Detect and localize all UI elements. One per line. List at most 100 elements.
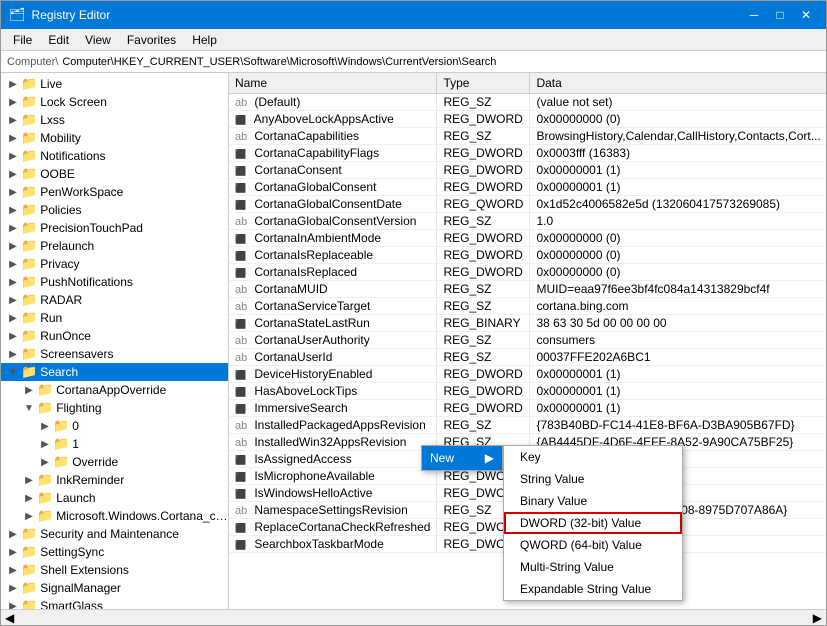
tree-toggle-icon[interactable]: ▶	[21, 493, 37, 504]
submenu-item-qword64[interactable]: QWORD (64-bit) Value	[504, 534, 682, 556]
table-row[interactable]: ab CortanaUserAuthorityREG_SZconsumers	[229, 332, 826, 349]
tree-item-oobe[interactable]: ▶📁OOBE	[1, 165, 228, 183]
table-row[interactable]: ⬛ CortanaIsReplaceableREG_DWORD0x0000000…	[229, 247, 826, 264]
menu-item-file[interactable]: File	[5, 31, 40, 49]
tree-toggle-icon[interactable]: ▶	[5, 115, 21, 126]
tree-item-launch[interactable]: ▶📁Launch	[1, 489, 228, 507]
tree-toggle-icon[interactable]: ▶	[21, 385, 37, 396]
table-row[interactable]: ab InstalledPackagedAppsRevisionREG_SZ{7…	[229, 417, 826, 434]
tree-item-privacy[interactable]: ▶📁Privacy	[1, 255, 228, 273]
tree-toggle-icon[interactable]: ▶	[5, 241, 21, 252]
submenu-item-binary[interactable]: Binary Value	[504, 490, 682, 512]
tree-toggle-icon[interactable]: ▶	[5, 529, 21, 540]
tree-item-mswincortana[interactable]: ▶📁Microsoft.Windows.Cortana_cw5n1h2t	[1, 507, 228, 525]
table-row[interactable]: ⬛ ImmersiveSearchREG_DWORD0x00000001 (1)	[229, 400, 826, 417]
tree-item-screensavers[interactable]: ▶📁Screensavers	[1, 345, 228, 363]
tree-item-settingsync[interactable]: ▶📁SettingSync	[1, 543, 228, 561]
tree-toggle-icon[interactable]: ▶	[5, 565, 21, 576]
tree-toggle-icon[interactable]: ▶	[5, 97, 21, 108]
submenu-item-expandable[interactable]: Expandable String Value	[504, 578, 682, 600]
tree-item-radar[interactable]: ▶📁RADAR	[1, 291, 228, 309]
tree-item-secmaint[interactable]: ▶📁Security and Maintenance	[1, 525, 228, 543]
tree-toggle-icon[interactable]: ▶	[5, 349, 21, 360]
table-row[interactable]: ab (Default)REG_SZ(value not set)	[229, 94, 826, 111]
tree-item-mobility[interactable]: ▶📁Mobility	[1, 129, 228, 147]
tree-toggle-icon[interactable]: ▶	[5, 313, 21, 324]
tree-toggle-icon[interactable]: ▼	[5, 367, 21, 378]
table-row[interactable]: ab CortanaMUIDREG_SZMUID=eaa97f6ee3bf4fc…	[229, 281, 826, 298]
table-row[interactable]: ⬛ AnyAboveLockAppsActiveREG_DWORD0x00000…	[229, 111, 826, 128]
tree-toggle-icon[interactable]: ▶	[37, 421, 53, 432]
col-name[interactable]: Name	[229, 73, 437, 94]
tree-toggle-icon[interactable]: ▶	[21, 511, 37, 522]
tree-toggle-icon[interactable]: ▶	[5, 277, 21, 288]
minimize-button[interactable]: ─	[742, 5, 766, 25]
table-row[interactable]: ⬛ CortanaCapabilityFlagsREG_DWORD0x0003f…	[229, 145, 826, 162]
tree-item-precisiontouchpad[interactable]: ▶📁PrecisionTouchPad	[1, 219, 228, 237]
col-type[interactable]: Type	[437, 73, 530, 94]
tree-toggle-icon[interactable]: ▶	[5, 259, 21, 270]
tree-toggle-icon[interactable]: ▶	[5, 547, 21, 558]
menu-item-favorites[interactable]: Favorites	[119, 31, 184, 49]
tree-item-cortanaappoverride[interactable]: ▶📁CortanaAppOverride	[1, 381, 228, 399]
tree-item-flighting[interactable]: ▼📁Flighting	[1, 399, 228, 417]
tree-item-signalmanager[interactable]: ▶📁SignalManager	[1, 579, 228, 597]
menu-item-view[interactable]: View	[77, 31, 119, 49]
tree-toggle-icon[interactable]: ▶	[5, 583, 21, 594]
tree-toggle-icon[interactable]: ▶	[21, 475, 37, 486]
tree-item-pushnotifications[interactable]: ▶📁PushNotifications	[1, 273, 228, 291]
tree-item-policies[interactable]: ▶📁Policies	[1, 201, 228, 219]
submenu-item-key[interactable]: Key	[504, 446, 682, 468]
tree-item-smartglass[interactable]: ▶📁SmartGlass	[1, 597, 228, 609]
tree-toggle-icon[interactable]: ▶	[5, 331, 21, 342]
table-row[interactable]: ⬛ DeviceHistoryEnabledREG_DWORD0x0000000…	[229, 366, 826, 383]
table-row[interactable]: ab CortanaCapabilitiesREG_SZBrowsingHist…	[229, 128, 826, 145]
submenu-item-multistring[interactable]: Multi-String Value	[504, 556, 682, 578]
tree-item-search[interactable]: ▼📁Search	[1, 363, 228, 381]
table-row[interactable]: ab CortanaUserIdREG_SZ00037FFE202A6BC1	[229, 349, 826, 366]
tree-item-flighting-0[interactable]: ▶📁0	[1, 417, 228, 435]
tree-item-notifications[interactable]: ▶📁Notifications	[1, 147, 228, 165]
tree-toggle-icon[interactable]: ▶	[5, 205, 21, 216]
horizontal-scrollbar[interactable]: ◀ ▶	[1, 609, 826, 625]
tree-toggle-icon[interactable]: ▼	[21, 403, 37, 414]
tree-item-live[interactable]: ▶📁Live	[1, 75, 228, 93]
tree-toggle-icon[interactable]: ▶	[5, 187, 21, 198]
tree-item-flighting-1[interactable]: ▶📁1	[1, 435, 228, 453]
tree-item-shellextensions[interactable]: ▶📁Shell Extensions	[1, 561, 228, 579]
tree-toggle-icon[interactable]: ▶	[37, 457, 53, 468]
tree-item-lxss[interactable]: ▶📁Lxss	[1, 111, 228, 129]
new-menu-item-new[interactable]: New ▶	[422, 446, 502, 470]
tree-toggle-icon[interactable]: ▶	[5, 295, 21, 306]
table-row[interactable]: ⬛ CortanaIsReplacedREG_DWORD0x00000000 (…	[229, 264, 826, 281]
close-button[interactable]: ✕	[794, 5, 818, 25]
tree-item-prelaunch[interactable]: ▶📁Prelaunch	[1, 237, 228, 255]
tree-toggle-icon[interactable]: ▶	[5, 601, 21, 610]
table-row[interactable]: ⬛ CortanaGlobalConsentREG_DWORD0x0000000…	[229, 179, 826, 196]
maximize-button[interactable]: □	[768, 5, 792, 25]
table-row[interactable]: ab CortanaGlobalConsentVersionREG_SZ1.0	[229, 213, 826, 230]
tree-item-penworkspace[interactable]: ▶📁PenWorkSpace	[1, 183, 228, 201]
tree-item-runonce[interactable]: ▶📁RunOnce	[1, 327, 228, 345]
table-row[interactable]: ⬛ CortanaGlobalConsentDateREG_QWORD0x1d5…	[229, 196, 826, 213]
table-row[interactable]: ⬛ HasAboveLockTipsREG_DWORD0x00000001 (1…	[229, 383, 826, 400]
scroll-left-icon[interactable]: ◀	[1, 611, 18, 625]
registry-panel[interactable]: Name Type Data ab (Default)REG_SZ(value …	[229, 73, 826, 609]
col-data[interactable]: Data	[530, 73, 826, 94]
menu-item-edit[interactable]: Edit	[40, 31, 77, 49]
tree-item-override[interactable]: ▶📁Override	[1, 453, 228, 471]
tree-toggle-icon[interactable]: ▶	[37, 439, 53, 450]
tree-toggle-icon[interactable]: ▶	[5, 169, 21, 180]
table-row[interactable]: ⬛ CortanaConsentREG_DWORD0x00000001 (1)	[229, 162, 826, 179]
submenu-item-dword32[interactable]: DWORD (32-bit) Value	[504, 512, 682, 534]
tree-panel[interactable]: ▶📁Live▶📁Lock Screen▶📁Lxss▶📁Mobility▶📁Not…	[1, 73, 229, 609]
table-row[interactable]: ⬛ CortanaInAmbientModeREG_DWORD0x0000000…	[229, 230, 826, 247]
menu-item-help[interactable]: Help	[184, 31, 225, 49]
table-row[interactable]: ab CortanaServiceTargetREG_SZcortana.bin…	[229, 298, 826, 315]
table-row[interactable]: ⬛ CortanaStateLastRunREG_BINARY38 63 30 …	[229, 315, 826, 332]
tree-toggle-icon[interactable]: ▶	[5, 223, 21, 234]
tree-item-inkreminder[interactable]: ▶📁InkReminder	[1, 471, 228, 489]
tree-toggle-icon[interactable]: ▶	[5, 133, 21, 144]
tree-item-run[interactable]: ▶📁Run	[1, 309, 228, 327]
tree-item-lockscreen[interactable]: ▶📁Lock Screen	[1, 93, 228, 111]
